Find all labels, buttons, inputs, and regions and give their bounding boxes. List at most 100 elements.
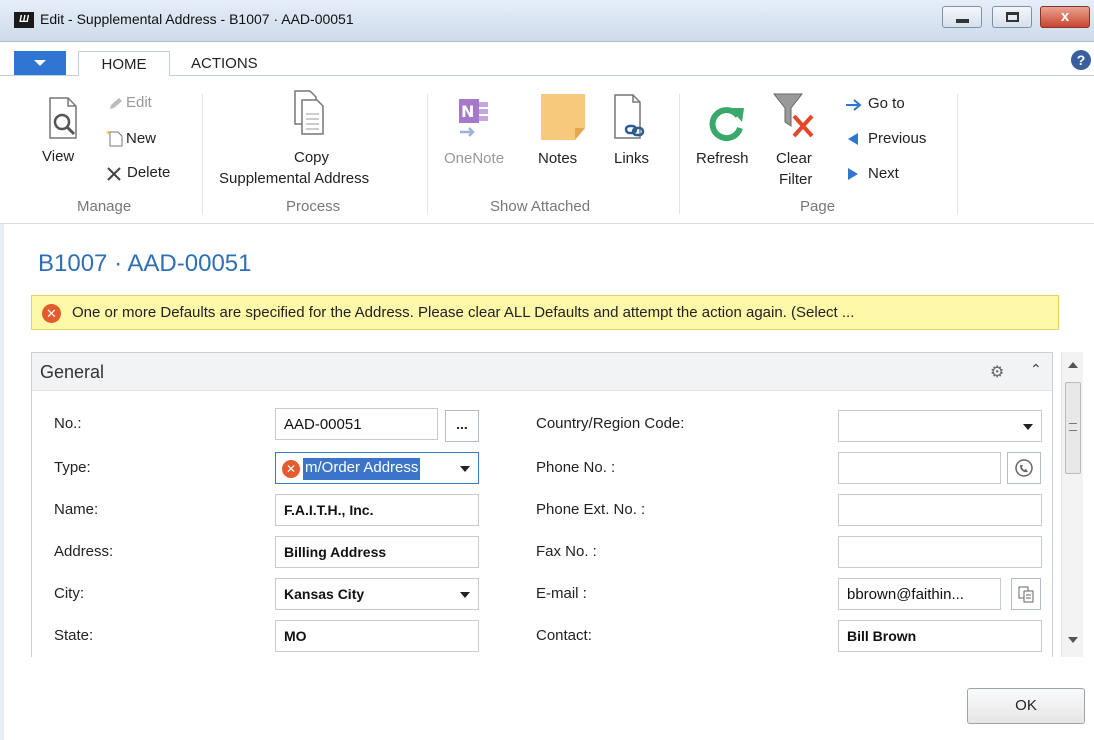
ribbon-separator bbox=[427, 94, 428, 214]
group-label-manage: Manage bbox=[77, 198, 132, 215]
onenote-icon: N bbox=[459, 99, 488, 137]
app-logo-icon: Ш bbox=[14, 12, 34, 28]
copy-supplemental-address-button[interactable]: Supplemental Address bbox=[219, 170, 369, 187]
delete-icon bbox=[107, 167, 121, 181]
email-compose-button[interactable] bbox=[1011, 578, 1041, 610]
svg-text:*: * bbox=[106, 130, 111, 140]
onenote-button[interactable]: OneNote bbox=[444, 150, 504, 167]
address-field[interactable]: Billing Address bbox=[275, 536, 479, 568]
window-left-edge bbox=[0, 224, 4, 740]
application-menu-button[interactable] bbox=[14, 51, 66, 75]
label-contact: Contact: bbox=[536, 627, 592, 644]
error-icon: ✕ bbox=[42, 304, 61, 323]
city-dropdown[interactable]: Kansas City bbox=[275, 578, 479, 610]
label-no: No.: bbox=[54, 415, 82, 432]
ellipsis-icon: ... bbox=[456, 416, 468, 432]
close-button[interactable]: x bbox=[1040, 6, 1090, 28]
refresh-icon bbox=[709, 107, 744, 142]
name-field[interactable]: F.A.I.T.H., Inc. bbox=[275, 494, 479, 526]
group-label-process: Process bbox=[286, 198, 341, 215]
maximize-icon bbox=[1006, 12, 1019, 22]
edit-icon bbox=[110, 98, 122, 109]
no-field[interactable]: AAD-00051 bbox=[275, 408, 438, 440]
notes-button[interactable]: Notes bbox=[538, 150, 577, 167]
copy-button-line1[interactable]: Copy bbox=[294, 149, 329, 166]
section-title: General bbox=[40, 362, 105, 382]
tab-actions[interactable]: ACTIONS bbox=[191, 55, 258, 72]
label-type: Type: bbox=[54, 459, 91, 476]
minimize-icon bbox=[956, 19, 969, 23]
phone-ext-no-field[interactable] bbox=[838, 494, 1042, 526]
window-title: Edit - Supplemental Address - B1007 · AA… bbox=[40, 11, 354, 27]
section-header[interactable]: General ⚙ ⌃ bbox=[32, 353, 1052, 391]
scrollbar-thumb[interactable] bbox=[1065, 382, 1081, 474]
links-button[interactable]: Links bbox=[614, 150, 649, 167]
go-to-button[interactable]: Go to bbox=[868, 95, 905, 112]
maximize-button[interactable] bbox=[992, 6, 1032, 28]
clear-button-line1[interactable]: Clear bbox=[776, 150, 812, 167]
contact-field[interactable]: Bill Brown bbox=[838, 620, 1042, 652]
fax-no-field[interactable] bbox=[838, 536, 1042, 568]
chevron-down-icon bbox=[460, 592, 470, 598]
next-button[interactable]: Next bbox=[868, 165, 899, 182]
new-button[interactable]: New bbox=[126, 130, 156, 147]
grip-icon bbox=[1069, 423, 1077, 431]
clear-filter-icon bbox=[772, 93, 814, 138]
ribbon-separator bbox=[679, 94, 680, 214]
label-email: E-mail : bbox=[536, 585, 587, 602]
edit-button[interactable]: Edit bbox=[126, 94, 152, 111]
scroll-down-icon[interactable] bbox=[1068, 637, 1078, 643]
group-label-show-attached: Show Attached bbox=[490, 198, 591, 215]
ribbon-separator bbox=[957, 94, 958, 214]
phone-icon bbox=[1015, 459, 1033, 477]
country-region-code-dropdown[interactable] bbox=[838, 410, 1042, 442]
new-icon: * bbox=[106, 130, 123, 147]
notification-text: One or more Defaults are specified for t… bbox=[72, 304, 855, 321]
next-arrow-icon bbox=[848, 168, 858, 180]
links-icon bbox=[614, 94, 645, 139]
phone-no-field[interactable] bbox=[838, 452, 1001, 484]
page-title: B1007 · AAD-00051 bbox=[38, 250, 252, 277]
group-label-page: Page bbox=[800, 198, 836, 215]
scroll-up-icon[interactable] bbox=[1068, 362, 1078, 368]
no-assist-button[interactable]: ... bbox=[445, 410, 479, 442]
delete-button[interactable]: Delete bbox=[127, 164, 170, 181]
go-to-arrow-icon bbox=[846, 99, 862, 111]
label-phone-no: Phone No. : bbox=[536, 459, 616, 476]
title-bar: Ш Edit - Supplemental Address - B1007 · … bbox=[0, 0, 1094, 42]
copy-document-icon bbox=[294, 90, 324, 135]
tab-home[interactable]: HOME bbox=[78, 51, 170, 77]
label-country-region-code: Country/Region Code: bbox=[536, 415, 685, 432]
svg-text:N: N bbox=[461, 102, 474, 121]
type-selected-value: m/Order Address bbox=[303, 458, 421, 480]
label-name: Name: bbox=[54, 501, 99, 518]
city-value: Kansas City bbox=[284, 586, 365, 602]
chevron-down-icon bbox=[460, 466, 470, 472]
help-icon[interactable]: ? bbox=[1071, 50, 1091, 70]
gear-icon[interactable]: ⚙ bbox=[990, 362, 1004, 382]
chevron-up-icon[interactable]: ⌃ bbox=[1030, 361, 1042, 378]
label-fax-no: Fax No. : bbox=[536, 543, 597, 560]
type-error-icon: ✕ bbox=[282, 460, 300, 478]
chevron-down-icon bbox=[1023, 424, 1033, 430]
clear-filter-button[interactable]: Filter bbox=[779, 171, 812, 188]
ribbon-separator bbox=[202, 94, 203, 214]
error-notification[interactable]: ✕ One or more Defaults are specified for… bbox=[31, 295, 1059, 330]
previous-button[interactable]: Previous bbox=[868, 130, 926, 147]
label-state: State: bbox=[54, 627, 94, 644]
ok-button[interactable]: OK bbox=[967, 688, 1085, 724]
minimize-button[interactable] bbox=[942, 6, 982, 28]
state-field[interactable]: MO bbox=[275, 620, 479, 652]
refresh-button[interactable]: Refresh bbox=[696, 150, 749, 167]
notes-icon bbox=[541, 94, 585, 140]
previous-arrow-icon bbox=[848, 133, 858, 145]
vertical-scrollbar[interactable] bbox=[1061, 352, 1083, 657]
general-section: General ⚙ ⌃ No.: Type: Name: Address: Ci… bbox=[31, 352, 1053, 657]
type-dropdown[interactable]: ✕ m/Order Address bbox=[275, 452, 479, 484]
close-icon: x bbox=[1060, 8, 1070, 25]
phone-dial-button[interactable] bbox=[1007, 452, 1041, 484]
label-phone-ext-no: Phone Ext. No. : bbox=[536, 501, 646, 518]
ribbon-tab-row: HOME ACTIONS ? bbox=[0, 42, 1094, 77]
view-button[interactable]: View bbox=[42, 148, 74, 165]
email-field[interactable]: bbrown@faithin... bbox=[838, 578, 1001, 610]
